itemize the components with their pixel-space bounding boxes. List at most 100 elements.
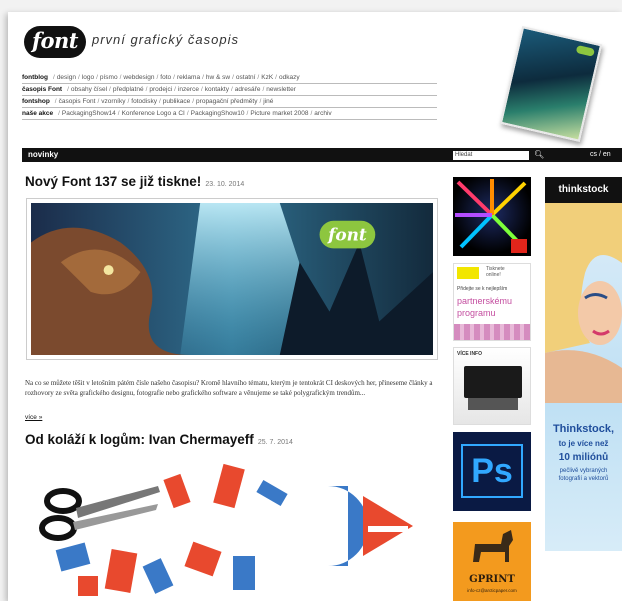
partner-logo <box>457 267 479 279</box>
nav-separator: / <box>174 86 176 93</box>
tagline: první grafický časopis <box>92 32 239 47</box>
nav-link[interactable]: fotodisky <box>131 98 157 105</box>
ad-photoshop[interactable]: Ps <box>453 432 531 511</box>
nav-separator: / <box>97 98 100 105</box>
nav-separator: / <box>275 74 277 81</box>
nav-link[interactable]: předplatné <box>113 86 144 93</box>
thinkstock-sub1: to je více než <box>558 439 609 448</box>
nav-link[interactable]: reklama <box>177 74 200 81</box>
ad-thinkstock-skyscraper[interactable]: thinkstock Thinkstock, to je více než 10… <box>545 177 622 551</box>
nav-link[interactable]: design <box>57 74 76 81</box>
page: font první grafický časopis fontblog / des… <box>8 12 622 601</box>
nav-link[interactable]: archiv <box>314 110 331 117</box>
thinkstock-logo: thinkstock <box>545 177 622 203</box>
nav-link[interactable]: obsahy čísel <box>71 86 107 93</box>
nav-separator: / <box>77 74 80 81</box>
nav-row-nase-akce: naše akce / PackagingShow14/Konference Log… <box>22 108 437 120</box>
ad-adobe[interactable] <box>453 177 531 256</box>
nav-separator: / <box>262 86 265 93</box>
nav-link[interactable]: časopis Font <box>59 98 96 105</box>
nav-separator: / <box>117 110 120 117</box>
printer-label: VÍCE INFO <box>457 351 483 357</box>
read-more-link[interactable]: více » <box>25 414 42 421</box>
nav-separator: / <box>200 86 203 93</box>
nav-link[interactable]: kontakty <box>205 86 229 93</box>
nav-link[interactable]: vzorníky <box>101 98 125 105</box>
nav-link[interactable]: jiné <box>263 98 273 105</box>
nav-link[interactable]: PackagingShow14 <box>62 110 116 117</box>
nav-link[interactable]: KzK <box>261 74 273 81</box>
nav-heading[interactable]: fontshop <box>22 98 50 105</box>
nav-link[interactable]: PackagingShow10 <box>191 110 245 117</box>
search-icon[interactable]: 🔍︎ <box>534 150 544 160</box>
thinkstock-sub3: pečlivě vybraných fotografií a vektorů <box>558 468 609 482</box>
font-logo[interactable]: font <box>24 26 86 58</box>
collage-illustration <box>39 463 413 596</box>
nav-separator: / <box>109 86 111 93</box>
nav-link[interactable]: odkazy <box>279 74 300 81</box>
article-excerpt: Na co se můžete těšit v letošním pátém č… <box>25 379 433 397</box>
ad-printer[interactable]: VÍCE INFO <box>453 347 531 425</box>
nav-link[interactable]: foto <box>160 74 171 81</box>
nav-row-fontshop: fontshop / časopis Font / vzorníky / fotodisky… <box>22 96 437 108</box>
nav-link[interactable]: hw & sw <box>206 74 230 81</box>
ad-gprint[interactable]: GPRINT info-cz@arcticpaper.com <box>453 522 531 601</box>
nav-separator: / <box>96 74 98 81</box>
language-switch[interactable]: cs / en <box>590 150 611 160</box>
nav-separator: / <box>232 74 234 81</box>
nav-separator: / <box>156 74 159 81</box>
photoshop-icon: Ps <box>461 444 523 498</box>
nav-link[interactable]: písmo <box>100 74 118 81</box>
nav-link[interactable]: ostatní <box>236 74 256 81</box>
horse-icon <box>473 530 513 562</box>
article-2-image[interactable] <box>18 456 448 601</box>
section-label: novinky <box>28 150 59 159</box>
article-title-2[interactable]: Od koláží k logům: Ivan Chermayeff 25. 7.… <box>25 432 293 447</box>
partner-strip <box>454 324 530 340</box>
partner-line3: Přidejte se k nejlepším <box>457 286 508 292</box>
nav-heading[interactable]: časopis Font <box>22 86 62 93</box>
printer-stand <box>468 398 518 410</box>
article-date-2: 25. 7. 2014 <box>257 439 293 446</box>
ad-partner-program[interactable]: Tisknete online! Přidejte se k nejlepším… <box>453 263 531 341</box>
nav-separator: / <box>58 110 60 117</box>
thinkstock-sub2: 10 miliónů <box>558 452 609 463</box>
article-hero-image[interactable]: font <box>26 198 438 360</box>
nav-separator: / <box>230 86 233 93</box>
model-portrait <box>545 203 622 403</box>
article-title[interactable]: Nový Font 137 se již tiskne! 23. 10. 2014 <box>25 174 244 189</box>
magazine-cover[interactable] <box>499 26 603 142</box>
nav-separator: / <box>158 98 161 105</box>
nav-row-casopis: časopis Font / obsahy čísel / předplatné / pro… <box>22 84 437 96</box>
nav-link[interactable]: logo <box>82 74 94 81</box>
nav-separator: / <box>259 98 262 105</box>
search-input[interactable]: Hledat <box>453 151 529 160</box>
nav-link[interactable]: inzerce <box>178 86 199 93</box>
nav-separator: / <box>192 98 195 105</box>
nav-separator: / <box>246 110 249 117</box>
nav-heading[interactable]: fontblog <box>22 74 48 81</box>
magazine-logo <box>575 44 596 57</box>
nav-link[interactable]: propagační předměty <box>196 98 257 105</box>
gprint-sub: info-cz@arcticpaper.com <box>467 588 517 593</box>
svg-text:font: font <box>327 225 367 245</box>
partner-line4: partnerskému <box>457 296 513 306</box>
nav-separator: / <box>127 98 130 105</box>
nav-separator: / <box>67 86 69 93</box>
nav-separator: / <box>173 74 175 81</box>
nav-link[interactable]: Picture market 2008 <box>250 110 308 117</box>
printer-body <box>464 366 522 398</box>
hero-illustration: font <box>31 203 433 355</box>
nav-separator: / <box>186 110 189 117</box>
nav-link[interactable]: publikace <box>163 98 190 105</box>
nav-separator: / <box>257 74 260 81</box>
partner-line2: online! <box>486 272 501 278</box>
nav-separator: / <box>310 110 313 117</box>
nav-link[interactable]: adresáře <box>235 86 261 93</box>
nav-heading[interactable]: naše akce <box>22 110 53 117</box>
nav-link[interactable]: newsletter <box>266 86 296 93</box>
nav-link[interactable]: Konference Logo a CI <box>122 110 185 117</box>
nav-row-fontblog: fontblog / design / logo / písmo / webdesign / fot… <box>22 72 437 84</box>
nav-link[interactable]: prodejci <box>149 86 172 93</box>
nav-link[interactable]: webdesign <box>123 74 154 81</box>
